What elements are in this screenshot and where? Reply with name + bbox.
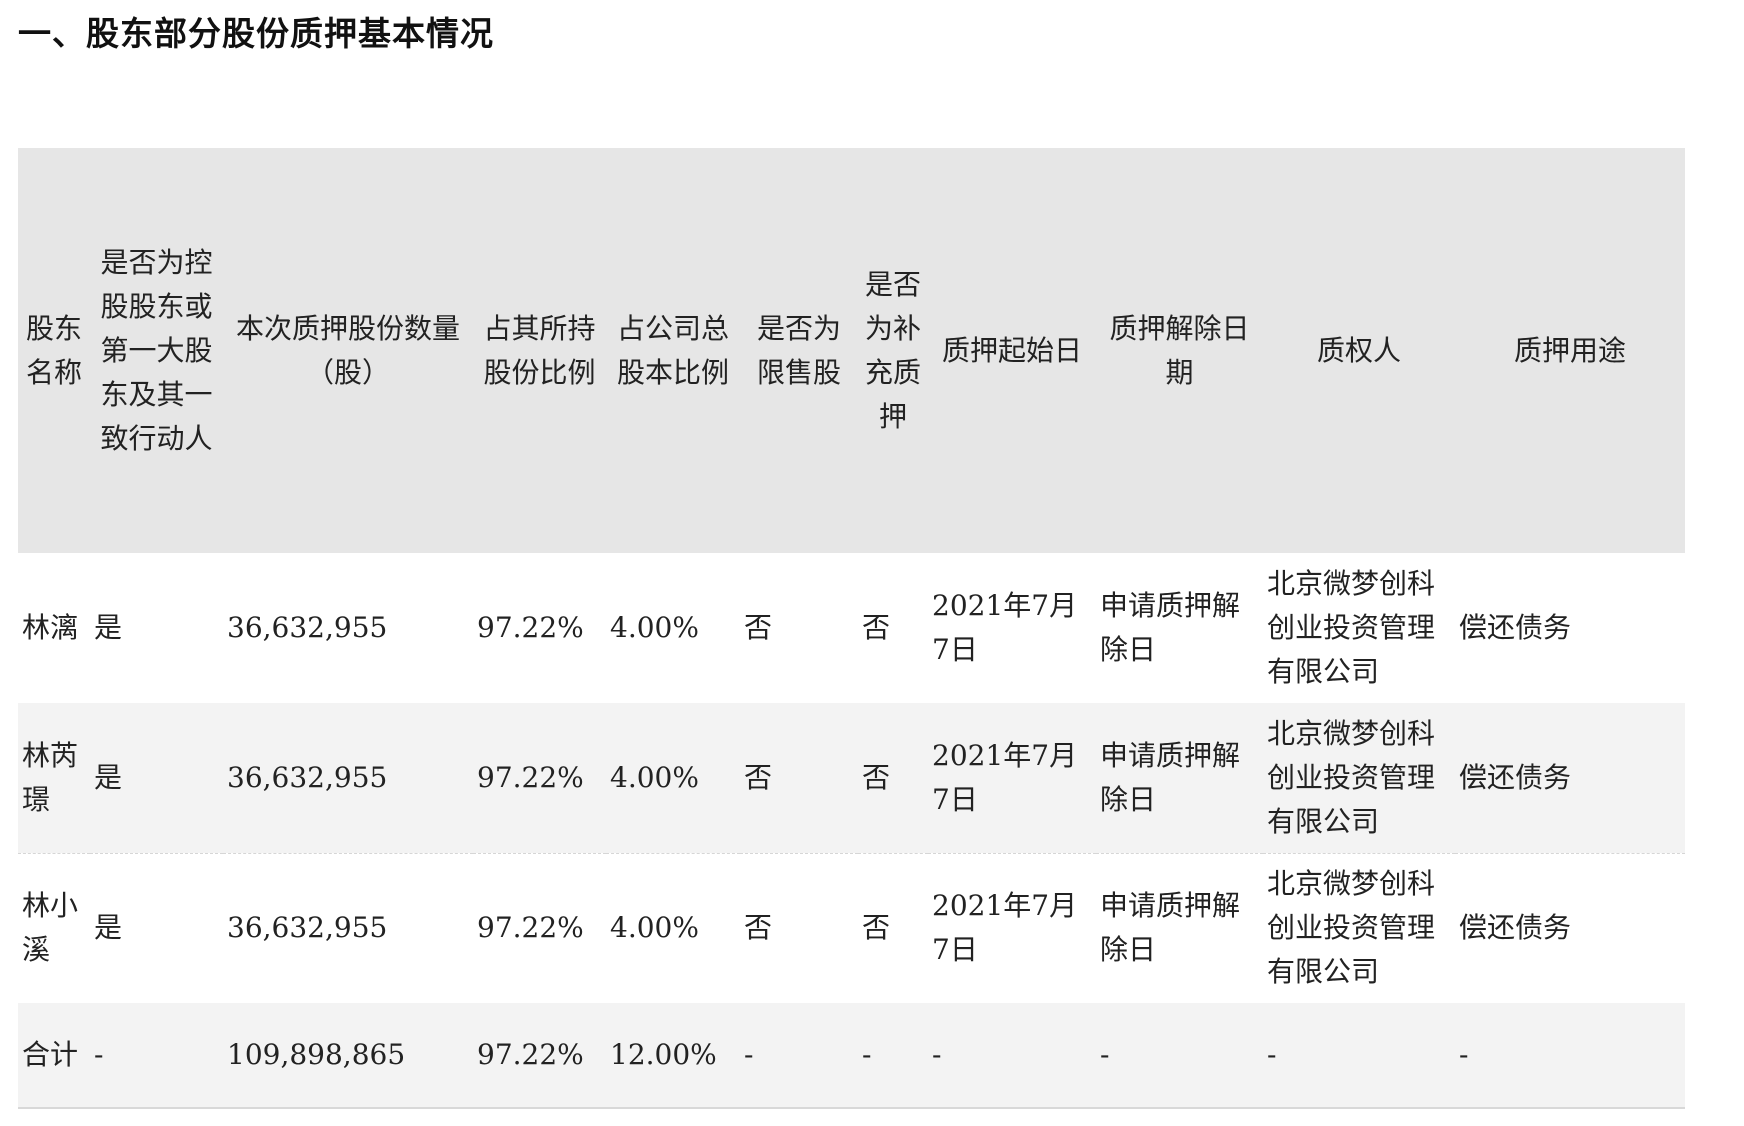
cell-ratio-of-total-capital: 4.00% bbox=[610, 760, 699, 794]
table-row: 林芮璟 是 36,632,955 97.22% 4.00% 否 否 2021年7… bbox=[18, 703, 1685, 853]
header-controlling-shareholder: 是否为控股股东或第一大股东及其一致行动人 bbox=[100, 245, 213, 455]
cell-shareholder-name: 林芮璟 bbox=[22, 738, 79, 816]
cell-pledged-shares: 36,632,955 bbox=[227, 611, 388, 644]
header-ratio-of-total-capital: 占公司总股本比例 bbox=[616, 311, 729, 389]
cell-restricted-shares: 否 bbox=[740, 852, 858, 1003]
header-ratio-of-held-shares: 占其所持股份比例 bbox=[483, 311, 596, 389]
cell-ratio-of-held-shares: 97.22% bbox=[477, 760, 584, 794]
cell-pledge-purpose: 偿还债务 bbox=[1455, 852, 1685, 1003]
table-row: 林漓 是 36,632,955 97.22% 4.00% 否 否 2021年7月… bbox=[18, 553, 1685, 703]
header-pledged-shares: 本次质押股份数量（股） bbox=[235, 311, 460, 389]
cell-restricted-shares: 否 bbox=[744, 760, 773, 794]
cell-supplementary-pledge: 否 bbox=[858, 852, 928, 1003]
cell-supplementary-pledge: 否 bbox=[862, 611, 891, 644]
cell-pledged-shares: 36,632,955 bbox=[227, 760, 388, 794]
cell-controlling-shareholder: 是 bbox=[94, 760, 123, 794]
cell-pledge-purpose: 偿还债务 bbox=[1459, 611, 1572, 644]
cell-pledged-shares: 36,632,955 bbox=[223, 852, 473, 1003]
table-row: 林小溪 是 36,632,955 97.22% 4.00% 否 否 2021年7… bbox=[18, 852, 1685, 1003]
header-pledgee: 质权人 bbox=[1316, 333, 1401, 367]
cell-pledgee: 北京微梦创科创业投资管理有限公司 bbox=[1267, 567, 1436, 688]
total-row: 合计 - 109,898,865 97.22% 12.00% - - - - -… bbox=[18, 1003, 1685, 1109]
cell-pledge-release-date: 申请质押解除日 bbox=[1100, 589, 1241, 666]
page-title: 一、股东部分股份质押基本情况 bbox=[18, 14, 494, 53]
cell-supplementary-pledge: 否 bbox=[862, 760, 891, 794]
cell-shareholder-name: 林小溪 bbox=[18, 852, 90, 1003]
cell-pledgee: 北京微梦创科创业投资管理有限公司 bbox=[1263, 852, 1455, 1003]
cell-controlling-shareholder: 是 bbox=[90, 852, 223, 1003]
header-supplementary-pledge: 是否为补充质押 bbox=[864, 267, 921, 433]
total-ratio-of-total-capital: 12.00% bbox=[606, 1003, 740, 1109]
header-pledge-release-date: 质押解除日期 bbox=[1109, 311, 1250, 389]
cell-restricted-shares: 否 bbox=[744, 611, 773, 644]
cell-ratio-of-held-shares: 97.22% bbox=[477, 611, 584, 644]
cell-pledge-start-date: 2021年7月7日 bbox=[932, 738, 1078, 816]
total-restricted-shares: - bbox=[740, 1003, 858, 1109]
total-pledge-start-date: - bbox=[928, 1003, 1096, 1109]
cell-pledge-purpose: 偿还债务 bbox=[1459, 760, 1572, 794]
header-restricted-shares: 是否为限售股 bbox=[756, 311, 841, 389]
pledge-table: 股东名称 是否为控股股东或第一大股东及其一致行动人 本次质押股份数量（股） 占其… bbox=[18, 148, 1685, 1109]
table-header-row: 股东名称 是否为控股股东或第一大股东及其一致行动人 本次质押股份数量（股） 占其… bbox=[18, 148, 1685, 553]
header-pledge-start-date: 质押起始日 bbox=[941, 333, 1082, 367]
cell-shareholder-name: 林漓 bbox=[22, 611, 79, 644]
cell-pledge-release-date: 申请质押解除日 bbox=[1100, 738, 1241, 816]
total-pledgee: - bbox=[1263, 1003, 1455, 1109]
total-pledge-release-date: - bbox=[1096, 1003, 1263, 1109]
cell-ratio-of-total-capital: 4.00% bbox=[606, 852, 740, 1003]
total-supplementary-pledge: - bbox=[858, 1003, 928, 1109]
cell-pledge-start-date: 2021年7月7日 bbox=[932, 589, 1078, 666]
cell-pledgee: 北京微梦创科创业投资管理有限公司 bbox=[1267, 716, 1436, 838]
total-ratio-of-held-shares: 97.22% bbox=[473, 1003, 606, 1109]
cell-controlling-shareholder: 是 bbox=[94, 611, 123, 644]
cell-ratio-of-total-capital: 4.00% bbox=[610, 611, 699, 644]
header-shareholder-name: 股东名称 bbox=[25, 311, 82, 389]
cell-ratio-of-held-shares: 97.22% bbox=[473, 852, 606, 1003]
header-pledge-purpose: 质押用途 bbox=[1513, 333, 1626, 367]
total-pledged-shares: 109,898,865 bbox=[223, 1003, 473, 1109]
cell-pledge-release-date: 申请质押解除日 bbox=[1096, 852, 1263, 1003]
total-controlling-shareholder: - bbox=[90, 1003, 223, 1109]
total-pledge-purpose: - bbox=[1455, 1003, 1685, 1109]
cell-pledge-start-date: 2021年7月7日 bbox=[928, 852, 1096, 1003]
total-label: 合计 bbox=[18, 1003, 90, 1109]
